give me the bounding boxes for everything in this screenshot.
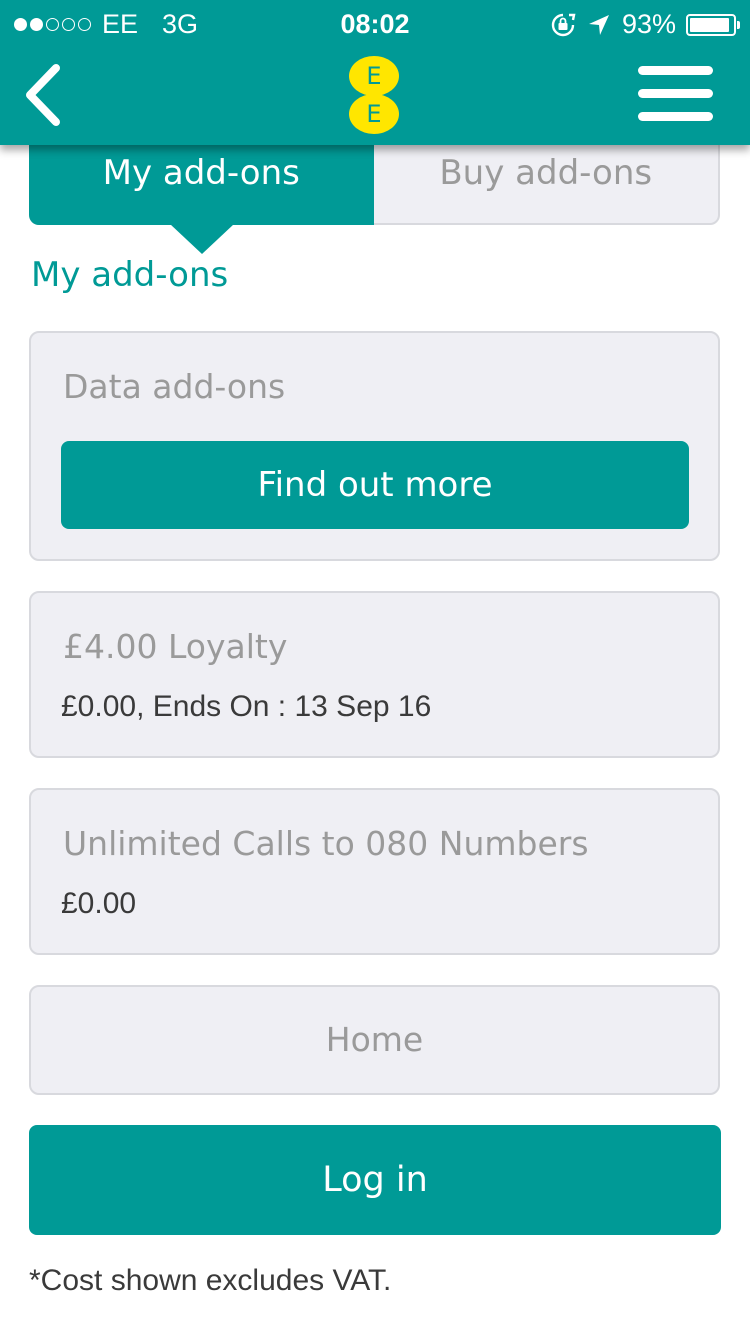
tab-buy-add-ons[interactable]: Buy add-ons	[374, 138, 719, 225]
log-in-button[interactable]: Log in	[29, 1125, 721, 1235]
card-detail: £0.00	[61, 887, 137, 920]
ee-logo: E E	[349, 56, 401, 136]
hamburger-menu-button[interactable]	[638, 66, 713, 124]
data-add-ons-card: Data add-ons Find out more	[29, 331, 720, 561]
chevron-left-icon	[26, 64, 60, 126]
status-right: 93%	[550, 9, 740, 40]
section-title: My add-ons	[31, 255, 229, 295]
addon-tabs: My add-ons Buy add-ons	[29, 138, 720, 225]
find-out-more-button[interactable]: Find out more	[61, 441, 689, 529]
card-title: Data add-ons	[63, 367, 286, 406]
status-bar: EE 3G 08:02 93%	[0, 0, 750, 50]
active-tab-pointer	[170, 224, 234, 254]
menu-bar	[638, 66, 713, 75]
card-title: £4.00 Loyalty	[63, 627, 288, 666]
battery-fill	[690, 17, 730, 32]
location-arrow-icon	[588, 14, 609, 35]
menu-bar	[638, 89, 713, 98]
battery-icon	[686, 13, 740, 36]
battery-percent: 93%	[621, 9, 676, 39]
home-label: Home	[325, 1020, 424, 1059]
back-button[interactable]	[20, 60, 80, 130]
home-card[interactable]: Home	[29, 985, 720, 1095]
menu-bar	[638, 112, 713, 121]
card-title: Unlimited Calls to 080 Numbers	[63, 824, 589, 863]
loyalty-card[interactable]: £4.00 Loyalty £0.00, Ends On : 13 Sep 16	[29, 591, 720, 758]
rotation-lock-icon	[551, 13, 576, 36]
app-header: EE 3G 08:02 93% E E	[0, 0, 750, 145]
logo-letter: E	[349, 56, 399, 96]
vat-footnote: *Cost shown excludes VAT.	[29, 1264, 392, 1297]
unlimited-calls-card[interactable]: Unlimited Calls to 080 Numbers £0.00	[29, 788, 720, 955]
card-detail: £0.00, Ends On : 13 Sep 16	[61, 690, 432, 723]
logo-letter: E	[349, 94, 399, 134]
hamburger-menu-icon	[638, 66, 713, 121]
tab-my-add-ons[interactable]: My add-ons	[29, 138, 374, 225]
